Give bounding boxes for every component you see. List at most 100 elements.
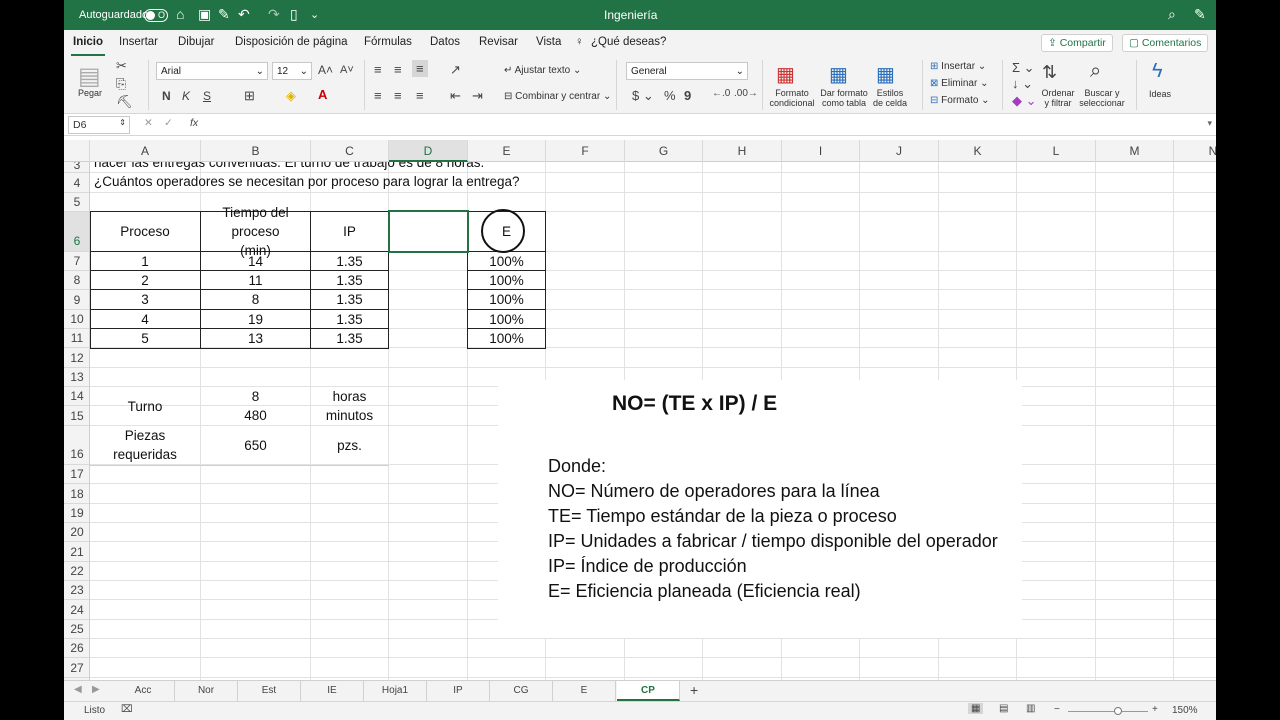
autosum-icon[interactable]: Σ ⌄ <box>1012 60 1035 76</box>
align-top-icon[interactable]: ≡ <box>374 62 382 77</box>
cut-icon[interactable]: ✂ <box>116 58 127 74</box>
align-middle-icon[interactable]: ≡ <box>394 62 402 77</box>
row-header-21[interactable]: 21 <box>64 542 89 562</box>
underline-button[interactable]: S <box>203 89 211 103</box>
row-header-8[interactable]: 8 <box>64 271 89 290</box>
header-tiempo[interactable]: Tiempo del proceso (min) <box>201 205 310 258</box>
cell-e9[interactable]: 100% <box>468 290 545 309</box>
sheet-tab-acc[interactable]: Acc <box>112 681 175 701</box>
row-header-13[interactable]: 13 <box>64 368 89 387</box>
account-icon[interactable]: ✎ <box>1194 6 1206 23</box>
tab-revisar[interactable]: Revisar <box>479 36 518 48</box>
turno-label[interactable]: Turno <box>90 387 200 425</box>
comma-style-icon[interactable]: 9 <box>684 88 691 103</box>
row-header-16[interactable]: 16 <box>64 426 89 465</box>
row-header-15[interactable]: 15 <box>64 406 89 426</box>
row-header-23[interactable]: 23 <box>64 581 89 600</box>
ideas-label[interactable]: Ideas <box>1146 89 1174 99</box>
cell-c9[interactable]: 1.35 <box>311 290 388 309</box>
copy-icon[interactable]: ⎘ <box>116 76 126 92</box>
cancel-icon[interactable]: ✕ <box>144 117 153 129</box>
cell-e11[interactable]: 100% <box>468 329 545 347</box>
row-header-5[interactable]: 5 <box>64 193 89 212</box>
row-header-14[interactable]: 14 <box>64 387 89 406</box>
cell-c8[interactable]: 1.35 <box>311 271 388 289</box>
align-bottom-icon[interactable]: ≡ <box>412 60 428 77</box>
row-header-27[interactable]: 27 <box>64 658 89 678</box>
row-header-20[interactable]: 20 <box>64 523 89 542</box>
conditional-format-icon[interactable]: ▦ <box>776 62 795 87</box>
tab-datos[interactable]: Datos <box>430 36 460 48</box>
name-box[interactable]: D6 ⇕ <box>68 116 130 134</box>
home-icon[interactable]: ⌂ <box>176 6 184 22</box>
row-header-7[interactable]: 7 <box>64 252 89 271</box>
row-header-19[interactable]: 19 <box>64 504 89 523</box>
ideas-icon[interactable]: ϟ <box>1152 60 1163 83</box>
format-cells-button[interactable]: ⊟ Formato ⌄ <box>930 95 990 106</box>
sheet-tab-cg[interactable]: CG <box>490 681 553 701</box>
row-header-12[interactable]: 12 <box>64 348 89 368</box>
row-header-24[interactable]: 24 <box>64 600 89 620</box>
pieces-value[interactable]: 650 <box>201 426 310 464</box>
column-header-k[interactable]: K <box>939 140 1017 162</box>
column-header-l[interactable]: L <box>1017 140 1096 162</box>
decrease-decimal-icon[interactable]: .00→ <box>734 88 758 99</box>
zoom-out-icon[interactable]: − <box>1054 704 1060 715</box>
cell-e8[interactable]: 100% <box>468 271 545 289</box>
zoom-slider[interactable] <box>1068 711 1148 712</box>
row-header-9[interactable]: 9 <box>64 290 89 310</box>
align-center-icon[interactable]: ≡ <box>394 88 402 103</box>
save-icon[interactable]: ▣ <box>198 6 211 23</box>
row-header-18[interactable]: 18 <box>64 484 89 504</box>
column-header-c[interactable]: C <box>311 140 389 162</box>
font-size-select[interactable]: 12 ⌄ <box>272 62 312 80</box>
column-header-b[interactable]: B <box>201 140 311 162</box>
row-header-6[interactable]: 6 <box>64 212 89 252</box>
find-select-label[interactable]: Buscar y seleccionar <box>1076 88 1128 108</box>
sheet-tab-cp[interactable]: CP <box>617 681 680 701</box>
enter-icon[interactable]: ✓ <box>164 117 173 129</box>
column-header-d[interactable]: D <box>389 140 468 162</box>
customize-toolbar-icon[interactable]: ⌄ <box>310 8 319 21</box>
select-all-corner[interactable] <box>64 140 90 162</box>
comments-button[interactable]: ▢ Comentarios <box>1122 34 1209 52</box>
column-header-e[interactable]: E <box>468 140 546 162</box>
cell-b7[interactable]: 14 <box>201 252 310 270</box>
pieces-label[interactable]: Piezas requeridas <box>90 426 200 464</box>
tell-me-box[interactable]: ¿Qué deseas? <box>591 36 666 48</box>
pieces-unit[interactable]: pzs. <box>311 426 388 464</box>
decrease-indent-icon[interactable]: ⇤ <box>450 88 461 104</box>
sheet-tab-hoja1[interactable]: Hoja1 <box>364 681 427 701</box>
cell-c7[interactable]: 1.35 <box>311 252 388 270</box>
tab-dibujar[interactable]: Dibujar <box>178 36 214 48</box>
sort-filter-icon[interactable]: ⇅ <box>1042 62 1057 83</box>
cell-b11[interactable]: 13 <box>201 329 310 347</box>
cell-e7[interactable]: 100% <box>468 252 545 270</box>
tab-formulas[interactable]: Fórmulas <box>364 36 412 48</box>
wrap-text-button[interactable]: ↵ Ajustar texto ⌄ <box>504 65 581 76</box>
zoom-slider-thumb[interactable] <box>1113 707 1122 715</box>
cell-c11[interactable]: 1.35 <box>311 329 388 347</box>
sheet-tab-est[interactable]: Est <box>238 681 301 701</box>
header-ip[interactable]: IP <box>311 212 388 251</box>
align-right-icon[interactable]: ≡ <box>416 88 424 103</box>
turno-minutes-unit[interactable]: minutos <box>311 406 388 425</box>
bold-button[interactable]: N <box>162 89 171 103</box>
macro-record-icon[interactable]: ⌧ <box>121 704 133 715</box>
format-table-label[interactable]: Dar formato como tabla <box>816 88 872 108</box>
undo-icon[interactable]: ↶ <box>238 6 250 23</box>
increase-decimal-icon[interactable]: ←.0 <box>712 88 730 99</box>
column-header-i[interactable]: I <box>782 140 860 162</box>
italic-button[interactable]: K <box>182 89 190 103</box>
column-header-n[interactable]: N <box>1174 140 1216 162</box>
align-left-icon[interactable]: ≡ <box>374 88 382 103</box>
search-icon[interactable]: ⌕ <box>1168 6 1176 23</box>
find-select-icon[interactable]: ⌕ <box>1090 60 1101 83</box>
share-button[interactable]: ⇪ Compartir <box>1041 34 1113 52</box>
turno-hours-unit[interactable]: horas <box>311 387 388 405</box>
column-header-g[interactable]: G <box>625 140 703 162</box>
cell-e10[interactable]: 100% <box>468 310 545 328</box>
row-header-22[interactable]: 22 <box>64 562 89 581</box>
column-header-f[interactable]: F <box>546 140 625 162</box>
sheet-tab-nor[interactable]: Nor <box>175 681 238 701</box>
